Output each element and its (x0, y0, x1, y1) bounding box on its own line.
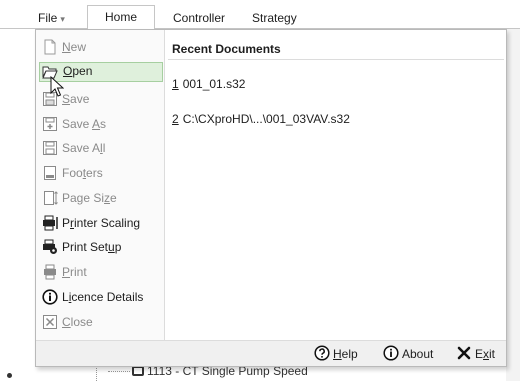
menu-item-label: Page Size (62, 191, 117, 205)
menu-item-label: Printer Scaling (62, 216, 141, 230)
tab-controller[interactable]: Controller (173, 9, 225, 28)
menu-item-print[interactable]: Print (39, 262, 163, 282)
strategy-icon (132, 366, 144, 376)
menu-item-save-all[interactable]: Save All (39, 138, 163, 158)
file-menu-footer: Help About Exit (36, 340, 506, 366)
help-label: Help (333, 347, 358, 361)
file-menu: New Open Save Save As Save All Footers P… (35, 29, 507, 367)
file-tab[interactable]: File ▾ (38, 9, 65, 28)
ribbon: File ▾ Home Controller Strategy (0, 0, 520, 29)
close-icon (457, 346, 471, 360)
recent-document-number: 2 (172, 112, 179, 126)
menu-item-label: Print (62, 265, 87, 279)
save-as-icon (43, 117, 57, 131)
recent-document-item[interactable]: 1 001_01.s32 (172, 77, 245, 91)
menu-item-close[interactable]: Close (39, 312, 163, 332)
print-icon (44, 264, 56, 280)
menu-item-licence-details[interactable]: Licence Details (39, 287, 163, 307)
menu-item-label: Save (62, 92, 90, 106)
menu-item-label: Print Setup (62, 240, 122, 254)
menu-item-save-as[interactable]: Save As (39, 114, 163, 134)
save-all-icon (43, 141, 57, 155)
menu-item-printer-scaling[interactable]: Printer Scaling (39, 213, 163, 233)
recent-documents-heading: Recent Documents (172, 42, 281, 56)
exit-button[interactable]: Exit (456, 345, 495, 363)
chevron-down-icon: ▾ (60, 14, 65, 24)
print-setup-icon (43, 239, 57, 254)
close-document-icon (43, 315, 57, 329)
mouse-pointer-icon (50, 76, 64, 97)
menu-item-print-setup[interactable]: Print Setup (39, 237, 163, 257)
bullet-dot (7, 373, 12, 378)
menu-item-label: Close (62, 315, 93, 329)
tab-home[interactable]: Home (87, 5, 155, 29)
help-icon (314, 345, 330, 361)
menu-item-footers[interactable]: Footers (39, 163, 163, 183)
menu-item-label: Footers (62, 166, 103, 180)
tab-strategy-label: Strategy (252, 11, 297, 25)
exit-label: Exit (475, 347, 496, 361)
footers-icon (44, 166, 56, 180)
menu-item-label: Save All (62, 141, 106, 155)
help-button[interactable]: Help (314, 345, 358, 363)
printer-scaling-icon (43, 215, 58, 231)
menu-item-page-size[interactable]: Page Size (39, 188, 163, 208)
tree-branch-line (108, 371, 130, 373)
recent-document-path: C:\CXproHD\...\001_03VAV.s32 (182, 112, 350, 126)
about-label: About (402, 347, 434, 361)
menu-item-label: Save As (62, 117, 107, 131)
tab-controller-label: Controller (173, 11, 226, 25)
background-panel (506, 29, 520, 381)
menu-item-label: New (62, 40, 87, 54)
recent-document-number: 1 (172, 77, 179, 91)
recent-document-path: 001_01.s32 (182, 77, 246, 91)
info-circle-icon (383, 345, 399, 361)
about-button[interactable]: About (383, 345, 433, 363)
menu-item-new[interactable]: New (39, 37, 163, 57)
menu-item-label: Open (63, 64, 93, 78)
recent-documents-divider (168, 59, 504, 60)
file-tab-label: File (38, 11, 58, 25)
tab-strategy[interactable]: Strategy (252, 9, 297, 28)
new-document-icon (44, 39, 56, 55)
page-size-icon (44, 191, 58, 205)
info-circle-icon (42, 289, 58, 305)
recent-document-item[interactable]: 2 C:\CXproHD\...\001_03VAV.s32 (172, 112, 350, 126)
tab-home-label: Home (104, 10, 137, 24)
menu-item-label: Licence Details (62, 290, 144, 304)
